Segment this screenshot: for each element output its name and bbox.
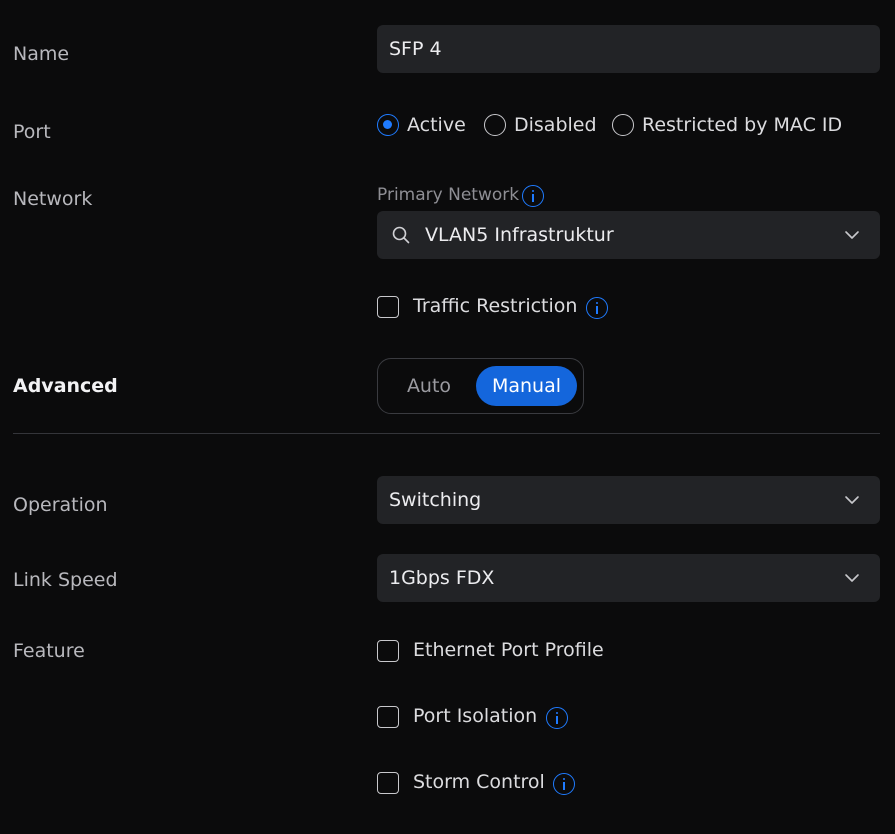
port-radio-group: Active Disabled Restricted by MAC ID bbox=[377, 112, 880, 140]
network-label: Network bbox=[13, 188, 93, 210]
radio-selected-icon bbox=[377, 114, 399, 136]
advanced-label: Advanced bbox=[13, 375, 118, 397]
name-label: Name bbox=[13, 43, 70, 65]
port-label: Port bbox=[13, 121, 51, 143]
port-radio-active-label: Active bbox=[407, 114, 466, 136]
advanced-manual-option[interactable]: Manual bbox=[476, 366, 577, 406]
storm-control-label: Storm Control bbox=[413, 771, 545, 793]
name-input[interactable]: SFP 4 bbox=[377, 25, 880, 73]
port-radio-restricted[interactable]: Restricted by MAC ID bbox=[612, 112, 847, 140]
link-speed-label: Link Speed bbox=[13, 569, 118, 591]
chevron-down-icon bbox=[845, 231, 859, 239]
radio-unselected-icon bbox=[612, 114, 634, 136]
search-icon bbox=[392, 226, 410, 244]
operation-select[interactable]: Switching bbox=[377, 476, 880, 524]
radio-unselected-icon bbox=[484, 114, 506, 136]
traffic-restriction-label: Traffic Restriction bbox=[413, 295, 578, 317]
traffic-restriction-checkbox[interactable] bbox=[377, 296, 399, 318]
primary-network-label: Primary Network bbox=[377, 185, 520, 205]
link-speed-select-value: 1Gbps FDX bbox=[389, 567, 495, 589]
primary-network-info-icon[interactable] bbox=[522, 185, 544, 207]
advanced-auto-option[interactable]: Auto bbox=[384, 366, 474, 406]
port-isolation-label: Port Isolation bbox=[413, 705, 538, 727]
ethernet-port-profile-label: Ethernet Port Profile bbox=[413, 639, 604, 661]
advanced-toggle: Auto Manual bbox=[377, 358, 584, 414]
port-isolation-info-icon[interactable] bbox=[546, 707, 568, 729]
operation-label: Operation bbox=[13, 494, 108, 516]
port-isolation-checkbox[interactable] bbox=[377, 706, 399, 728]
port-radio-disabled-label: Disabled bbox=[514, 114, 597, 136]
ethernet-port-profile-checkbox[interactable] bbox=[377, 640, 399, 662]
link-speed-select[interactable]: 1Gbps FDX bbox=[377, 554, 880, 602]
feature-label: Feature bbox=[13, 640, 85, 662]
section-divider bbox=[13, 433, 880, 434]
operation-select-value: Switching bbox=[389, 489, 482, 511]
storm-control-info-icon[interactable] bbox=[553, 773, 575, 795]
port-radio-disabled[interactable]: Disabled bbox=[484, 112, 599, 140]
port-radio-active[interactable]: Active bbox=[377, 112, 477, 140]
chevron-down-icon bbox=[845, 496, 859, 504]
name-input-value: SFP 4 bbox=[389, 38, 442, 60]
chevron-down-icon bbox=[845, 574, 859, 582]
traffic-restriction-info-icon[interactable] bbox=[586, 297, 608, 319]
storm-control-checkbox[interactable] bbox=[377, 772, 399, 794]
network-select-value: VLAN5 Infrastruktur bbox=[425, 224, 614, 246]
network-select[interactable]: VLAN5 Infrastruktur bbox=[377, 211, 880, 259]
port-radio-restricted-label: Restricted by MAC ID bbox=[642, 114, 843, 136]
